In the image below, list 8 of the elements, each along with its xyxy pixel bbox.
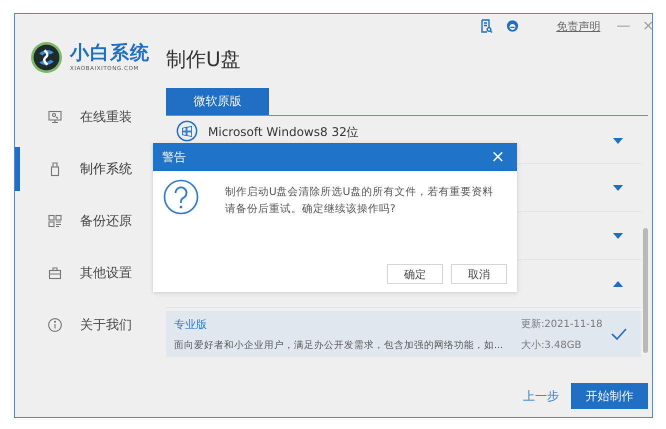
update-date: 更新:2021-11-18 — [521, 318, 604, 330]
warning-message: 制作启动U盘会清除所选U盘的所有文件，若有重要资料请备份后重试。确定继续该操作吗? — [225, 185, 494, 217]
edition-name: 专业版 — [174, 316, 208, 332]
app-name: 小白系统 — [70, 42, 150, 64]
page-title: 制作U盘 — [166, 46, 242, 73]
edition-description: 面向爱好者和小企业用户，满足办公开发需求，包含加强的网络功能，如... — [174, 338, 504, 352]
os-name: Microsoft Windows8 32位 — [208, 124, 359, 141]
image-size: 大小:3.48GB — [521, 338, 582, 352]
